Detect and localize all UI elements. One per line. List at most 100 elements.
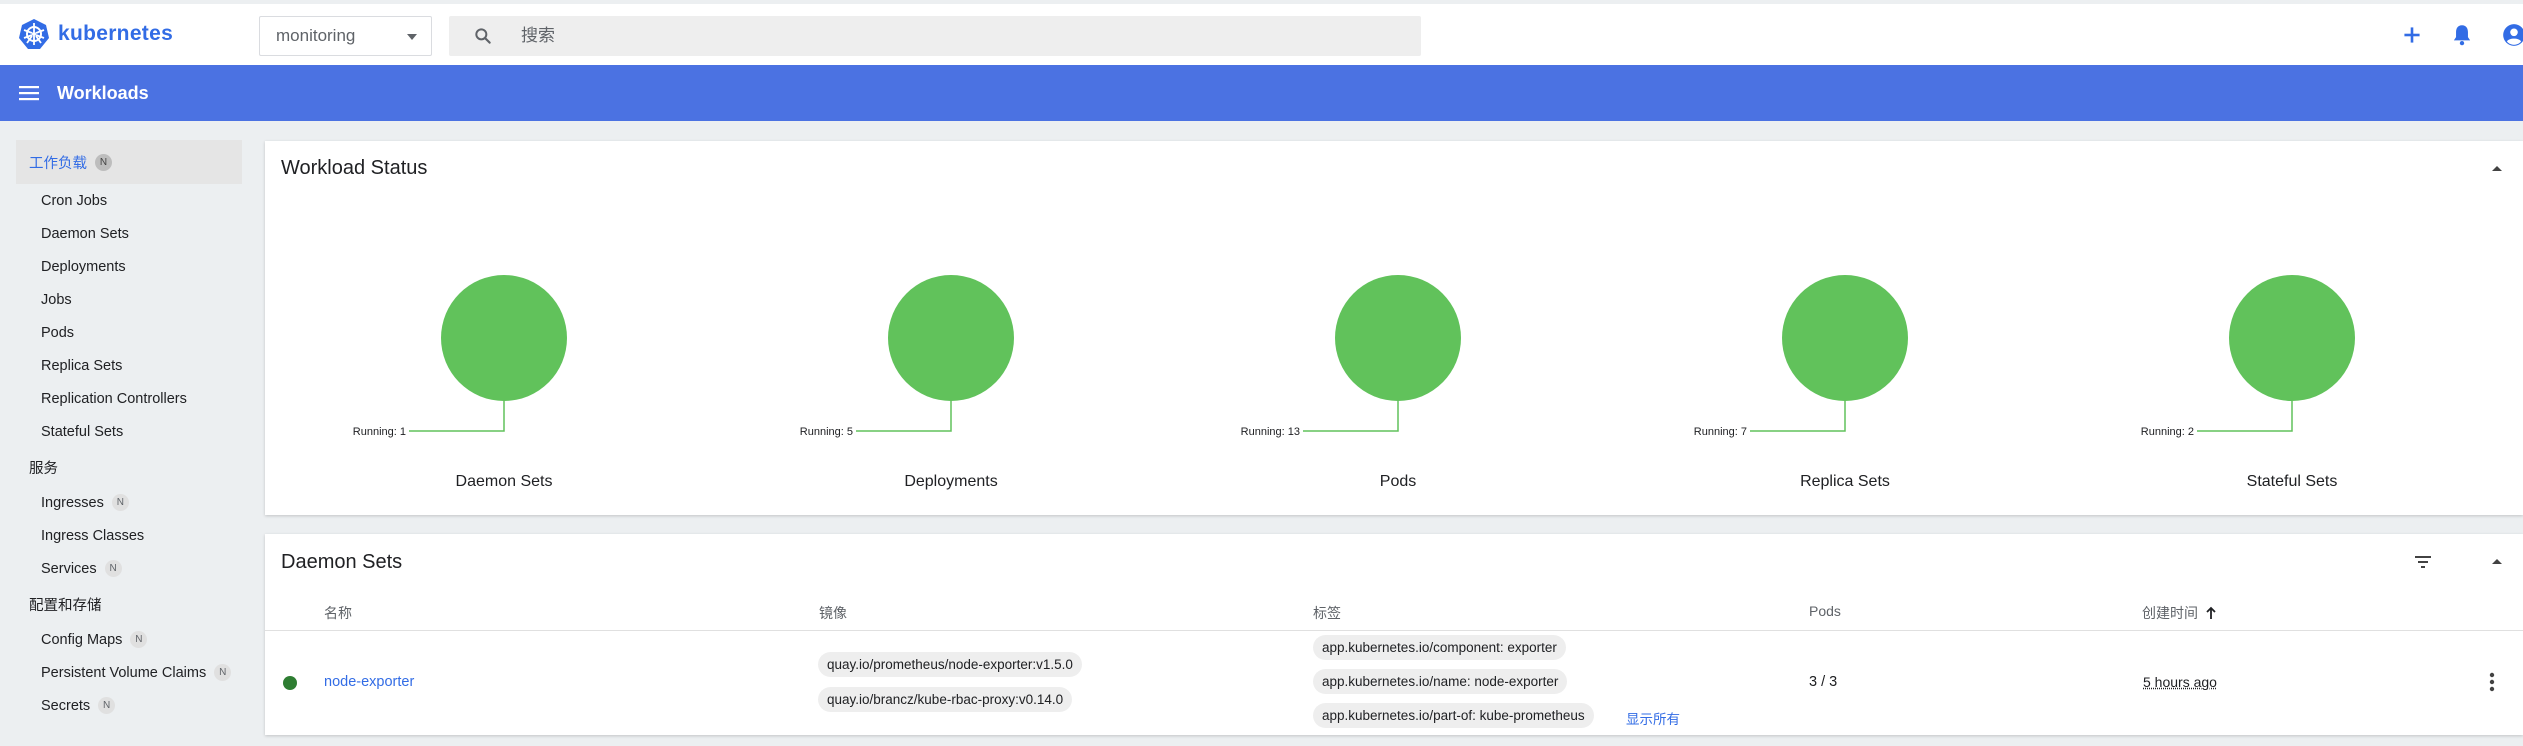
sidebar-item-ingress-classes[interactable]: Ingress Classes: [16, 519, 242, 552]
sidebar-item-daemon-sets[interactable]: Daemon Sets: [16, 217, 242, 250]
sidebar-item-label: Pods: [41, 324, 75, 341]
label-leader-line: [1750, 401, 1846, 432]
column-header-images: 镜像: [819, 605, 847, 621]
pie-slice-running[interactable]: [2229, 275, 2355, 401]
data-label-running: Running: 7: [1694, 426, 1747, 438]
chart-title[interactable]: Pods: [1380, 473, 1416, 490]
add-icon[interactable]: [2399, 22, 2425, 48]
sidebar-group-label: 配置和存储: [29, 597, 102, 614]
pods-count: 3 / 3: [1809, 674, 1838, 690]
label-chip: app.kubernetes.io/component: exporter: [1313, 635, 1566, 660]
sidebar-item-label: Daemon Sets: [41, 225, 129, 242]
dropdown-caret-icon: [407, 34, 417, 40]
column-header-created-label: 创建时间: [2142, 605, 2198, 621]
notifications-bell-icon[interactable]: [2449, 22, 2475, 48]
sidebar-item-replica-sets[interactable]: Replica Sets: [16, 349, 242, 382]
sidebar-item-label: Ingresses: [41, 494, 104, 511]
namespaced-badge: N: [104, 560, 122, 577]
chart-title[interactable]: Stateful Sets: [2247, 473, 2338, 490]
column-header-labels: 标签: [1313, 605, 1341, 621]
top-bar: kubernetes monitoring: [0, 0, 2523, 65]
daemon-sets-title: Daemon Sets: [281, 551, 403, 573]
data-label-running: Running: 5: [800, 426, 853, 438]
kubernetes-logo[interactable]: kubernetes: [18, 18, 173, 50]
chart-title[interactable]: Replica Sets: [1800, 473, 1890, 490]
label-leader-line: [409, 401, 505, 432]
account-circle-icon[interactable]: [2501, 22, 2523, 48]
page-title: Workloads: [57, 82, 149, 103]
kubernetes-helm-icon: [19, 19, 49, 49]
sidebar-item-replication-controllers[interactable]: Replication Controllers: [16, 382, 242, 415]
chart-title[interactable]: Daemon Sets: [456, 473, 553, 490]
namespaced-badge: N: [95, 153, 112, 171]
sidebar-item-label: Persistent Volume Claims: [41, 664, 207, 681]
search-icon: [475, 28, 491, 44]
sidebar-group-config-storage: 配置和存储: [16, 585, 242, 623]
namespaced-badge: N: [98, 697, 116, 714]
sidebar-section-workloads[interactable]: 工作负载 N: [16, 140, 242, 184]
search-input[interactable]: [519, 25, 1319, 47]
sidebar-group-services: 服务: [16, 448, 242, 486]
table-header-divider: [265, 630, 2523, 631]
sidebar-item-label: Services: [41, 560, 97, 577]
namespaced-badge: N: [130, 631, 148, 648]
label-leader-line: [1303, 401, 1399, 432]
label-chip: app.kubernetes.io/name: node-exporter: [1313, 669, 1568, 694]
sidebar-item-label: Cron Jobs: [41, 192, 108, 209]
filter-icon[interactable]: [2413, 552, 2433, 572]
sidebar-item-label: Jobs: [41, 291, 72, 308]
namespace-select[interactable]: monitoring: [259, 16, 432, 56]
namespaced-badge: N: [214, 664, 232, 681]
data-label-running: Running: 13: [1241, 426, 1300, 438]
namespace-selected-value: monitoring: [276, 26, 356, 45]
pie-slice-running[interactable]: [1782, 275, 1908, 401]
data-label-running: Running: 1: [353, 426, 406, 438]
sidebar-item-label: Ingress Classes: [41, 527, 145, 544]
pie-slice-running[interactable]: [441, 275, 567, 401]
label-leader-line: [856, 401, 952, 432]
sidebar-item-persistent-volume-claims[interactable]: Persistent Volume Claims N: [16, 656, 242, 689]
sidebar-item-deployments[interactable]: Deployments: [16, 250, 242, 283]
sidebar-item-label: Secrets: [41, 697, 91, 714]
label-leader-line: [2197, 401, 2293, 432]
pie-slice-running[interactable]: [888, 275, 1014, 401]
page-header: Workloads: [0, 65, 2523, 121]
sidebar: 工作负载 N Cron Jobs Daemon Sets Deployments…: [16, 140, 242, 722]
show-all-labels-link[interactable]: 显示所有: [1626, 708, 1680, 728]
image-chip: quay.io/prometheus/node-exporter:v1.5.0: [818, 652, 1082, 677]
status-running-icon: [283, 676, 297, 690]
sidebar-item-label: Replica Sets: [41, 357, 123, 374]
sidebar-item-label: Config Maps: [41, 631, 123, 648]
created-time[interactable]: 5 hours ago: [2143, 674, 2217, 690]
sidebar-item-label: Replication Controllers: [41, 390, 187, 407]
more-vert-icon[interactable]: [2482, 670, 2502, 694]
sort-arrow-up-icon[interactable]: [2205, 606, 2217, 620]
sidebar-section-label: 工作负载: [29, 155, 87, 172]
sidebar-item-secrets[interactable]: Secrets N: [16, 689, 242, 722]
sidebar-item-config-maps[interactable]: Config Maps N: [16, 623, 242, 656]
column-header-created[interactable]: 创建时间: [2142, 603, 2217, 623]
pie-slice-running[interactable]: [1335, 275, 1461, 401]
sidebar-group-label: 服务: [29, 460, 58, 477]
image-chip: quay.io/brancz/kube-rbac-proxy:v0.14.0: [818, 687, 1073, 712]
sidebar-item-jobs[interactable]: Jobs: [16, 283, 242, 316]
daemon-set-name-link[interactable]: node-exporter: [324, 674, 414, 690]
brand-name: kubernetes: [58, 22, 174, 45]
sidebar-item-cron-jobs[interactable]: Cron Jobs: [16, 184, 242, 217]
hamburger-menu-icon[interactable]: [18, 82, 40, 104]
sidebar-item-label: Stateful Sets: [41, 423, 124, 440]
column-header-name[interactable]: 名称: [324, 603, 352, 623]
sidebar-item-stateful-sets[interactable]: Stateful Sets: [16, 415, 242, 448]
data-label-running: Running: 2: [2141, 426, 2194, 438]
sidebar-item-ingresses[interactable]: Ingresses N: [16, 486, 242, 519]
sidebar-item-services[interactable]: Services N: [16, 552, 242, 585]
search-bar[interactable]: [449, 16, 1421, 56]
sidebar-item-pods[interactable]: Pods: [16, 316, 242, 349]
workload-status-card: Workload Status Running: 1 Daemon Sets Run…: [265, 141, 2523, 515]
column-header-pods: Pods: [1809, 603, 1841, 619]
workload-status-charts: Running: 1 Daemon Sets Running: 5 Deploymen…: [353, 275, 2355, 490]
label-chip: app.kubernetes.io/part-of: kube-promethe…: [1313, 703, 1594, 728]
chart-title[interactable]: Deployments: [904, 473, 997, 490]
collapse-chevron-up-icon[interactable]: [2487, 552, 2507, 572]
namespaced-badge: N: [111, 494, 129, 511]
